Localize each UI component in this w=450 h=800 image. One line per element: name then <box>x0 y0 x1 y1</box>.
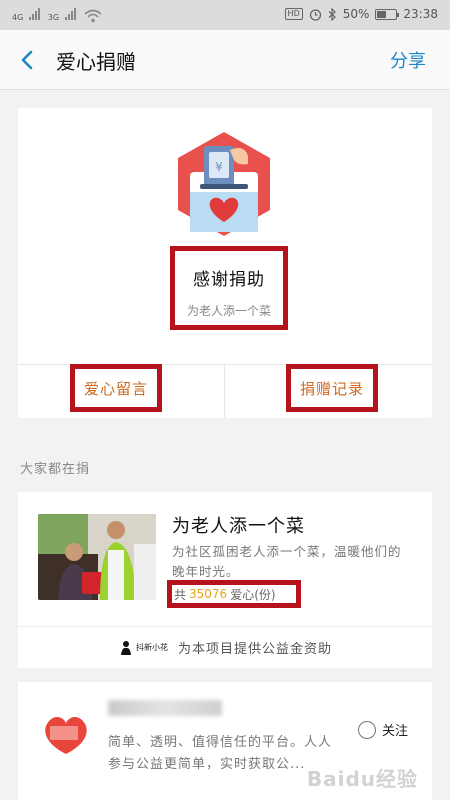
cellular-signal-1: 4G <box>12 8 40 23</box>
status-bar: 4G 3G HD 50% 23:38 <box>0 0 450 30</box>
wifi-icon <box>84 9 102 22</box>
organization-logo-icon <box>45 717 87 754</box>
page-title: 爱心捐赠 <box>56 50 136 74</box>
donation-card: ¥ 感谢捐助 为老人添一个菜 爱心留言 捐赠记录 <box>18 108 432 418</box>
follow-label: 关注 <box>382 724 409 739</box>
svg-text:¥: ¥ <box>215 160 223 174</box>
project-title: 为老人添一个菜 <box>172 516 305 537</box>
hd-voice-badge: HD <box>284 8 303 20</box>
love-count: 35076 <box>189 587 228 601</box>
clock: 23:38 <box>403 7 438 21</box>
network-type-2: 3G <box>47 13 60 22</box>
love-message-button[interactable]: 爱心留言 <box>70 364 162 412</box>
network-type-1: 4G <box>12 13 24 22</box>
sponsor-row: 抖新小花 为本项目提供公益金资助 <box>18 627 432 668</box>
donation-box-logo-icon: ¥ <box>178 132 270 236</box>
love-count-highlight-box: 共 35076 爱心(份) <box>167 580 301 608</box>
sponsor-logo: 抖新小花 <box>118 640 168 656</box>
nav-bar: 爱心捐赠 分享 <box>0 30 450 90</box>
thanks-title: 感谢捐助 <box>193 270 265 290</box>
follow-radio-icon[interactable] <box>358 720 376 739</box>
love-prefix: 共 <box>174 587 187 602</box>
thanks-subtitle: 为老人添一个菜 <box>186 304 271 318</box>
share-button[interactable]: 分享 <box>390 47 426 73</box>
thanks-highlight-box: 感谢捐助 为老人添一个菜 <box>170 246 288 330</box>
project-photo <box>38 514 156 600</box>
project-card[interactable]: 为老人添一个菜 为社区孤困老人添一个菜，温暖他们的晚年时光。 共 35076 爱… <box>18 492 432 668</box>
back-arrow-icon[interactable] <box>16 48 40 72</box>
signal-icon <box>64 8 76 20</box>
divider <box>224 364 225 418</box>
organization-description: 简单、透明、值得信任的平台。人人参与公益更简单，实时获取公... <box>108 735 333 772</box>
organization-card[interactable]: 简单、透明、值得信任的平台。人人参与公益更简单，实时获取公... 关注 Baid… <box>18 682 432 800</box>
battery-percent: 50% <box>342 7 370 21</box>
section-title: 大家都在捐 <box>20 462 91 477</box>
alarm-icon <box>309 8 321 21</box>
follow-button[interactable]: 关注 <box>358 720 408 739</box>
battery-icon <box>375 8 400 20</box>
donation-records-button[interactable]: 捐赠记录 <box>286 364 378 412</box>
signal-icon <box>28 8 40 20</box>
sponsor-logo-icon <box>120 640 131 655</box>
bluetooth-icon <box>328 7 336 21</box>
watermark-logo: Baidu经验 <box>306 767 418 791</box>
sponsor-logo-text: 抖新小花 <box>135 643 168 652</box>
love-suffix: 爱心(份) <box>230 587 276 602</box>
organization-name-blurred <box>108 700 222 716</box>
sponsor-text: 为本项目提供公益金资助 <box>177 642 332 657</box>
cellular-signal-2: 3G <box>48 8 76 23</box>
project-description: 为社区孤困老人添一个菜，温暖他们的晚年时光。 <box>172 544 402 579</box>
